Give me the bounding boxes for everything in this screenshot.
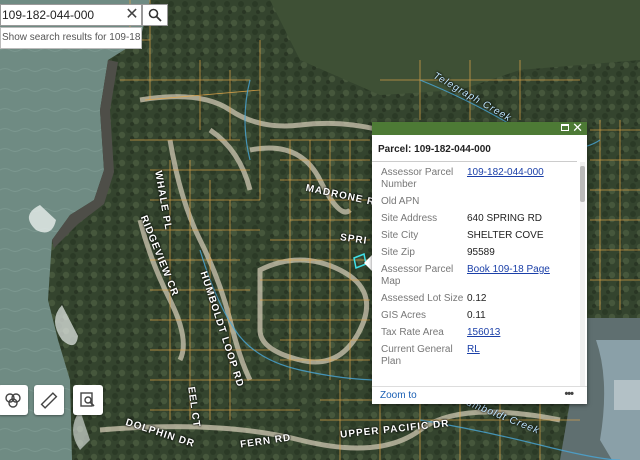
field-label: Tax Rate Area — [381, 327, 444, 338]
field-row-tax-rate-area: Tax Rate Area 156013 — [381, 327, 582, 339]
field-value: 640 SPRING RD — [467, 213, 543, 224]
search-input[interactable] — [1, 5, 120, 25]
field-label: Old APN — [381, 196, 420, 207]
field-row-general-plan: Current General Plan RL — [381, 344, 582, 368]
parcel-map-link[interactable]: Book 109-18 Page — [467, 264, 550, 288]
popup-footer: Zoom to ••• — [372, 386, 587, 405]
field-label: Site City — [381, 230, 419, 241]
popup-fields: Assessor Parcel Number 109-182-044-000 O… — [372, 162, 582, 386]
ruler-icon — [40, 392, 58, 409]
zoom-document-icon — [80, 392, 95, 407]
zoom-to-link[interactable]: Zoom to — [380, 390, 417, 401]
popup-header: ✕ — [372, 121, 587, 135]
search-button[interactable] — [142, 4, 168, 26]
layers-tool-button[interactable] — [0, 385, 28, 415]
search-box: ✕ — [0, 4, 142, 26]
scrollbar-thumb[interactable] — [580, 166, 585, 202]
field-row-site-zip: Site Zip 95589 — [381, 247, 582, 259]
parcel-popup: ✕ Parcel: 109-182-044-000 Assessor Parce… — [372, 121, 587, 405]
field-label: Site Address — [381, 213, 438, 224]
field-label: Site Zip — [381, 247, 415, 258]
popup-scrollbar[interactable] — [580, 162, 585, 386]
maximize-icon[interactable] — [561, 124, 569, 131]
field-label: Assessor Parcel Map — [381, 264, 454, 287]
field-label: GIS Acres — [381, 310, 427, 321]
apn-link[interactable]: 109-182-044-000 — [467, 167, 544, 191]
field-row-site-city: Site City SHELTER COVE — [381, 230, 582, 242]
clear-search-icon[interactable]: ✕ — [123, 6, 141, 24]
field-row-gis-acres: GIS Acres 0.11 — [381, 310, 582, 322]
more-options-icon[interactable]: ••• — [564, 388, 574, 400]
field-value: 95589 — [467, 247, 495, 258]
field-label: Current General Plan — [381, 344, 453, 367]
tax-rate-area-link[interactable]: 156013 — [467, 327, 500, 339]
field-row-site-address: Site Address 640 SPRING RD — [381, 213, 582, 225]
field-row-parcel-map: Assessor Parcel Map Book 109-18 Page — [381, 264, 582, 288]
field-row-old-apn: Old APN — [381, 196, 582, 208]
layers-icon — [5, 393, 21, 408]
field-value: 0.11 — [467, 310, 486, 321]
search-icon — [148, 8, 162, 22]
field-label: Assessor Parcel Number — [381, 167, 454, 190]
map-nav-right[interactable] — [614, 380, 640, 410]
popup-title: Parcel: 109-182-044-000 — [372, 135, 577, 162]
identify-tool-button[interactable] — [73, 385, 103, 415]
field-value: SHELTER COVE — [467, 230, 544, 241]
field-value: 0.12 — [467, 293, 487, 304]
close-icon[interactable]: ✕ — [572, 121, 583, 135]
field-row-apn: Assessor Parcel Number 109-182-044-000 — [381, 167, 582, 191]
general-plan-link[interactable]: RL — [467, 344, 480, 368]
field-label: Assessed Lot Size — [381, 293, 464, 304]
field-row-lot-size: Assessed Lot Size 0.12 — [381, 293, 582, 305]
search-suggestion[interactable]: Show search results for 109-18... — [0, 27, 142, 49]
measure-tool-button[interactable] — [34, 385, 64, 415]
